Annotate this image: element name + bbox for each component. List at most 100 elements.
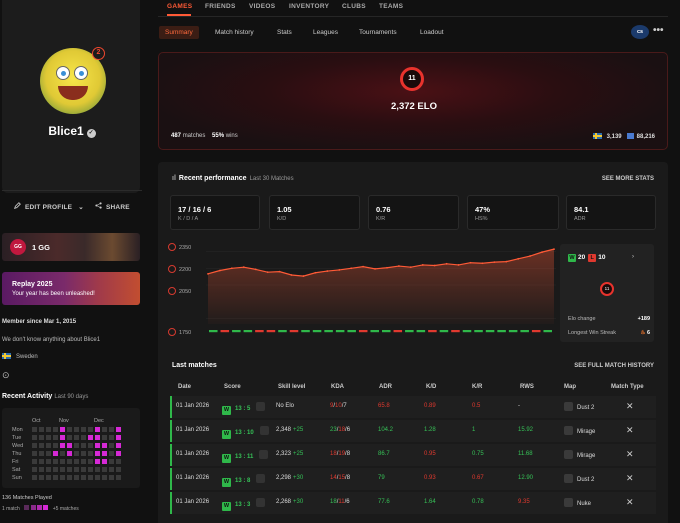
elo-point[interactable] xyxy=(529,255,532,257)
heatmap-cell[interactable] xyxy=(60,459,65,464)
elo-point[interactable] xyxy=(326,270,329,272)
nav-tab-friends[interactable]: FRIENDS xyxy=(205,3,236,10)
elo-point[interactable] xyxy=(445,262,448,265)
column-header[interactable]: K/R xyxy=(472,384,482,390)
heatmap-cell[interactable] xyxy=(39,459,44,464)
elo-point[interactable] xyxy=(350,267,353,270)
heatmap-cell[interactable] xyxy=(39,467,44,472)
result-marker[interactable] xyxy=(451,330,460,333)
elo-point[interactable] xyxy=(290,274,293,276)
subtab-loadout[interactable]: Loadout xyxy=(420,26,444,39)
result-marker[interactable] xyxy=(324,330,333,333)
elo-point[interactable] xyxy=(374,267,376,270)
heatmap-cell[interactable] xyxy=(53,435,58,440)
close-icon[interactable]: ✕ xyxy=(626,449,634,460)
heatmap-cell[interactable] xyxy=(102,467,107,472)
result-marker[interactable] xyxy=(520,330,529,333)
heatmap-cell[interactable] xyxy=(67,475,72,480)
heatmap-cell[interactable] xyxy=(67,435,72,440)
heatmap-cell[interactable] xyxy=(67,467,72,472)
result-marker[interactable] xyxy=(312,330,322,333)
column-header[interactable]: KDA xyxy=(331,384,344,390)
column-header[interactable]: Date xyxy=(178,384,191,390)
heatmap-cell[interactable] xyxy=(74,467,79,472)
elo-point[interactable] xyxy=(230,267,233,270)
heatmap-cell[interactable] xyxy=(81,467,86,472)
result-marker[interactable] xyxy=(278,330,287,333)
heatmap-cell[interactable] xyxy=(60,427,65,432)
heatmap-cell[interactable] xyxy=(46,435,51,440)
heatmap-cell[interactable] xyxy=(88,435,93,440)
result-marker[interactable] xyxy=(405,330,414,333)
elo-point[interactable] xyxy=(207,272,209,275)
chevron-right-icon[interactable]: › xyxy=(632,254,634,260)
result-marker[interactable] xyxy=(382,330,391,333)
elo-point[interactable] xyxy=(553,248,555,251)
heatmap-cell[interactable] xyxy=(102,443,107,448)
elo-point[interactable] xyxy=(278,270,281,273)
elo-summary-card[interactable]: W 20 L 10 › 11 Elo change +189 Longest Win S… xyxy=(560,244,654,342)
result-marker[interactable] xyxy=(416,330,426,333)
result-marker[interactable] xyxy=(370,330,379,333)
nav-tab-inventory[interactable]: INVENTORY xyxy=(289,3,329,10)
heatmap-cell[interactable] xyxy=(116,451,121,456)
result-marker[interactable] xyxy=(347,330,356,333)
heatmap-cell[interactable] xyxy=(88,427,93,432)
heatmap-cell[interactable] xyxy=(67,427,72,432)
nav-tab-games[interactable]: GAMES xyxy=(167,3,192,10)
elo-point[interactable] xyxy=(409,266,412,269)
heatmap-cell[interactable] xyxy=(109,475,114,480)
result-marker[interactable] xyxy=(393,330,403,333)
heatmap-cell[interactable] xyxy=(95,451,100,456)
elo-point[interactable] xyxy=(219,269,221,272)
heatmap-cell[interactable] xyxy=(74,475,79,480)
nav-tab-clubs[interactable]: CLUBS xyxy=(342,3,366,10)
see-full-history-link[interactable]: SEE FULL MATCH HISTORY xyxy=(574,363,654,369)
heatmap-cell[interactable] xyxy=(81,443,86,448)
result-marker[interactable] xyxy=(358,330,368,333)
heatmap-cell[interactable] xyxy=(46,451,51,456)
heatmap-cell[interactable] xyxy=(46,467,51,472)
heatmap-cell[interactable] xyxy=(74,443,79,448)
result-marker[interactable] xyxy=(301,330,310,333)
elo-point[interactable] xyxy=(421,264,424,266)
heatmap-cell[interactable] xyxy=(60,467,65,472)
chevron-down-icon[interactable]: ⌄ xyxy=(78,204,84,211)
heatmap-cell[interactable] xyxy=(53,443,58,448)
table-row[interactable]: 01 Jan 2026 W 13 : 11 2,323 +25 18/19/8 86.7 0.… xyxy=(170,444,656,466)
heatmap-cell[interactable] xyxy=(116,443,121,448)
heatmap-cell[interactable] xyxy=(74,435,79,440)
result-marker[interactable] xyxy=(462,330,472,333)
heatmap-cell[interactable] xyxy=(102,475,107,480)
heatmap-cell[interactable] xyxy=(88,459,93,464)
more-options-icon[interactable]: ••• xyxy=(653,25,664,36)
see-more-stats-link[interactable]: SEE MORE STATS xyxy=(602,176,654,182)
heatmap-cell[interactable] xyxy=(60,451,65,456)
heatmap-cell[interactable] xyxy=(39,427,44,432)
heatmap-cell[interactable] xyxy=(60,435,65,440)
heatmap-cell[interactable] xyxy=(53,475,58,480)
result-marker[interactable] xyxy=(485,330,495,333)
elo-point[interactable] xyxy=(493,261,496,264)
table-row[interactable]: 01 Jan 2026 W 13 : 8 2,298 +30 14/15/8 79 0.93 0… xyxy=(170,468,656,490)
heatmap-cell[interactable] xyxy=(32,459,37,464)
heatmap-cell[interactable] xyxy=(74,459,79,464)
close-icon[interactable]: ✕ xyxy=(626,473,634,484)
column-header[interactable]: Skill level xyxy=(278,384,305,390)
heatmap-cell[interactable] xyxy=(81,475,86,480)
heatmap-cell[interactable] xyxy=(32,435,37,440)
heatmap-cell[interactable] xyxy=(81,427,86,432)
heatmap-cell[interactable] xyxy=(102,435,107,440)
elo-rankings[interactable]: 3,139 88,216 xyxy=(592,133,655,140)
heatmap-cell[interactable] xyxy=(53,459,58,464)
close-icon[interactable]: ✕ xyxy=(626,425,634,436)
heatmap-cell[interactable] xyxy=(74,427,79,432)
heatmap-cell[interactable] xyxy=(109,467,114,472)
elo-point[interactable] xyxy=(242,266,245,269)
result-marker[interactable] xyxy=(266,330,276,333)
heatmap-cell[interactable] xyxy=(53,451,58,456)
heatmap-cell[interactable] xyxy=(74,451,79,456)
heatmap-cell[interactable] xyxy=(95,467,100,472)
result-marker[interactable] xyxy=(243,330,253,333)
table-row[interactable]: 01 Jan 2026 W 13 : 5 No Elo 9/10/7 65.8 0.89 0.… xyxy=(170,396,656,418)
